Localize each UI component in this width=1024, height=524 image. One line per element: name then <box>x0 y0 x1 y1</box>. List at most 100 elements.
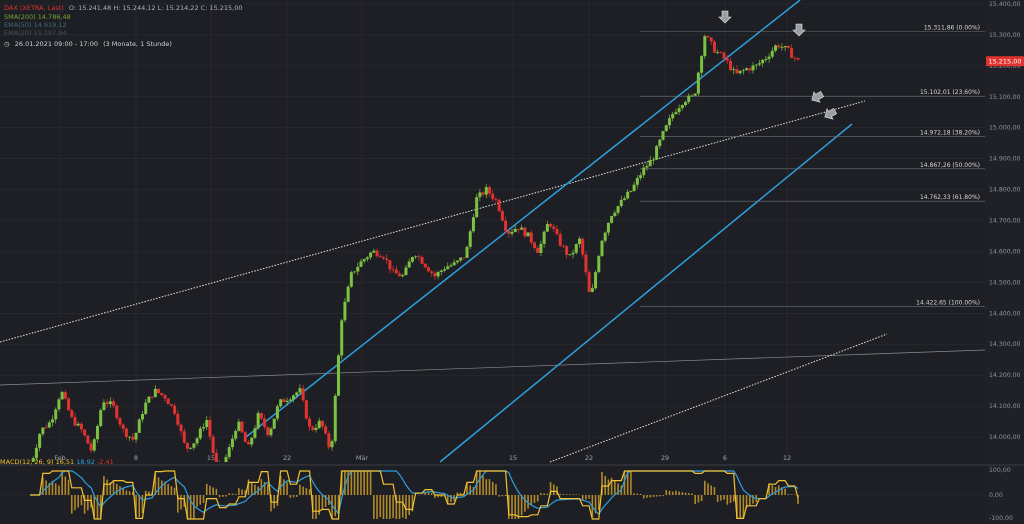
candle-body <box>777 45 781 48</box>
down-arrow-icon <box>792 23 806 37</box>
candle-body <box>648 160 652 167</box>
candle-body <box>250 437 254 445</box>
price-tick-label: 14.700,00 <box>989 218 1021 225</box>
candle-body <box>182 431 186 443</box>
candle-body <box>153 388 157 398</box>
candle-body <box>757 63 761 65</box>
candle-body <box>529 232 533 243</box>
candle-body <box>391 269 395 271</box>
candle-body <box>311 426 315 431</box>
candle-body <box>185 442 189 449</box>
fib-level-label: 14.762,33 (61.80%) <box>920 194 980 201</box>
date-tick-label: 15 <box>509 454 517 462</box>
candle-body <box>385 258 389 261</box>
candle-body <box>324 426 328 434</box>
candle-body <box>764 58 768 60</box>
candle-body <box>533 242 537 249</box>
candle-body <box>664 125 668 132</box>
candle-body <box>256 413 260 429</box>
candle-body <box>47 422 51 428</box>
symbol-label: DAX (XETRA, Last) <box>4 4 64 12</box>
candle-body <box>494 199 498 201</box>
candle-body <box>687 95 691 102</box>
candle-body <box>189 447 193 449</box>
candle-body <box>577 238 581 245</box>
candle-body <box>140 413 144 420</box>
candle-body <box>38 434 42 448</box>
candle-body <box>741 70 745 71</box>
candle-body <box>76 423 80 426</box>
candle-body <box>645 166 649 168</box>
candle-body <box>169 404 173 406</box>
candle-body <box>751 65 755 71</box>
candle-body <box>748 68 752 71</box>
candle-body <box>144 402 148 414</box>
candle-body <box>298 388 302 393</box>
candle-body <box>375 250 379 257</box>
candle-body <box>336 355 340 396</box>
candle-body <box>291 395 295 400</box>
macd-value: 16,51 <box>55 458 75 466</box>
candle-body <box>50 419 54 423</box>
last-price-label: 15.215,00 <box>988 58 1021 66</box>
candle-body <box>616 206 620 213</box>
price-axis <box>985 0 1024 524</box>
candle-body <box>234 430 238 439</box>
session-time: 26.01.2021 09:00 - 17:00 <box>14 40 98 48</box>
candle-body <box>729 60 733 71</box>
price-tick-label: 14.500,00 <box>989 279 1021 286</box>
candle-body <box>89 443 93 451</box>
fib-level-label: 14.422,65 (100.00%) <box>916 299 980 306</box>
candle-body <box>433 273 437 277</box>
candle-body <box>327 433 331 448</box>
signal-value: 18,92 <box>76 458 95 466</box>
candle-body <box>349 272 353 287</box>
dotted-trendline-lower <box>549 333 888 463</box>
date-tick-label: 22 <box>585 454 593 462</box>
clock-icon: ◷ <box>4 40 10 48</box>
candle-body <box>240 421 244 433</box>
candle-body <box>738 70 742 74</box>
candle-body <box>124 428 128 437</box>
candle-body <box>83 429 87 436</box>
candle-body <box>301 388 305 401</box>
candle-body <box>684 101 688 106</box>
candle-body <box>786 45 790 48</box>
ema20-legend: EMA(20) 15.187,94 <box>4 29 67 37</box>
chart-area[interactable]: 15.400,00 15.300,00 15.200,00 15.100,00 15.0… <box>0 0 1024 524</box>
candle-body <box>590 288 594 292</box>
price-tick-label: 14.200,00 <box>989 372 1021 379</box>
price-tick-label: 15.100,00 <box>989 94 1021 101</box>
candle-body <box>594 272 598 289</box>
candle-body <box>102 402 106 411</box>
ohlc-readout: O: 15.241,48 H: 15.244,12 L: 15.214,22 C… <box>68 4 243 12</box>
candle-body <box>160 393 164 395</box>
candle-body <box>504 220 508 231</box>
candle-body <box>208 419 212 437</box>
date-tick-label: 12 <box>783 454 791 462</box>
candle-body <box>282 399 286 403</box>
candle-body <box>693 93 697 96</box>
candle-body <box>783 45 787 48</box>
candle-body <box>545 224 549 232</box>
candle-body <box>459 257 463 261</box>
price-chart[interactable]: 15.400,0015.300,0015.200,0015.100,0015.0… <box>0 0 1024 524</box>
candle-body <box>696 72 700 94</box>
candle-body <box>211 436 215 454</box>
candle-body <box>44 427 48 429</box>
candle-body <box>79 423 83 430</box>
candle-body <box>105 402 109 405</box>
candle-body <box>163 394 167 399</box>
candle-body <box>471 217 475 232</box>
candle-body <box>115 405 119 419</box>
candle-body <box>780 47 784 49</box>
candle-body <box>430 271 434 274</box>
candle-body <box>629 190 633 192</box>
candle-body <box>507 230 511 234</box>
candle-body <box>356 266 360 272</box>
candle-body <box>417 256 421 258</box>
candle-body <box>414 256 418 258</box>
candle-body <box>330 441 334 448</box>
candle-body <box>712 41 716 53</box>
candle-body <box>128 436 132 438</box>
